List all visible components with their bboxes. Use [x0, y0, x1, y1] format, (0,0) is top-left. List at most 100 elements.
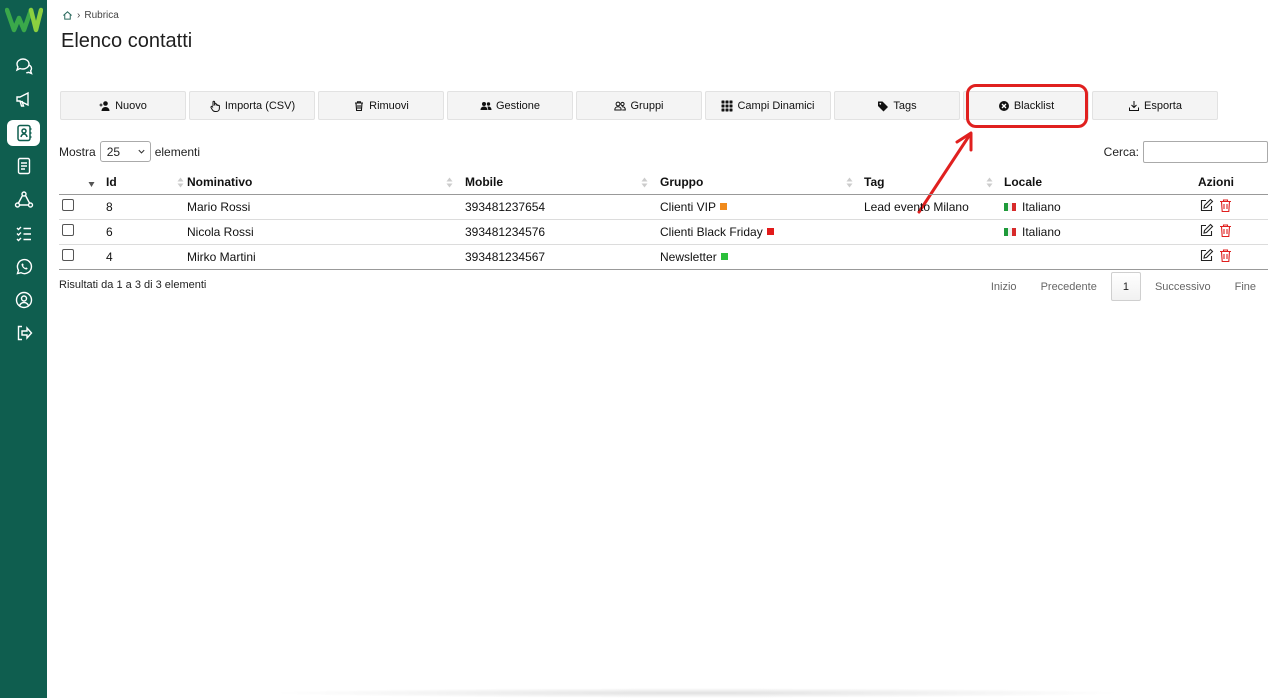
- new-contact-label: Nuovo: [115, 99, 147, 112]
- pagination-last[interactable]: Fine: [1223, 272, 1268, 301]
- sidebar-item-documents[interactable]: [7, 153, 40, 179]
- group-color-swatch: [720, 252, 728, 260]
- contact-locale: Italiano: [1004, 194, 1164, 220]
- grid-icon: [721, 100, 733, 111]
- sort-icon: [177, 177, 184, 188]
- search-input[interactable]: [1143, 141, 1268, 163]
- edit-icon[interactable]: [1199, 223, 1214, 238]
- pagination-current-page[interactable]: 1: [1110, 272, 1141, 301]
- blacklist-button[interactable]: Blacklist: [963, 91, 1089, 120]
- page-length-select[interactable]: 25: [99, 141, 151, 162]
- pagination-previous[interactable]: Precedente: [1029, 272, 1109, 301]
- column-header-azioni: Azioni: [1164, 171, 1268, 195]
- sort-icon: [986, 177, 993, 188]
- remove-label: Rimuovi: [369, 99, 409, 112]
- delete-icon[interactable]: [1218, 223, 1233, 238]
- search-label: Cerca:: [1103, 145, 1139, 159]
- search-control: Cerca:: [1104, 141, 1268, 163]
- pagination-next[interactable]: Successivo: [1143, 272, 1223, 301]
- bottom-shadow: [267, 688, 1127, 698]
- column-header-tag[interactable]: Tag: [864, 171, 1004, 195]
- hand-pointer-icon: [210, 100, 220, 112]
- column-header-id[interactable]: Id: [106, 171, 187, 195]
- contact-mobile: 393481234567: [465, 244, 660, 270]
- export-button[interactable]: Esporta: [1092, 91, 1218, 120]
- row-checkbox[interactable]: [62, 249, 74, 261]
- tags-button[interactable]: Tags: [834, 91, 960, 120]
- contacts-icon: [16, 124, 31, 142]
- x-circle-icon: [998, 100, 1009, 111]
- contact-name: Nicola Rossi: [187, 219, 465, 245]
- sidebar-item-account[interactable]: [7, 287, 40, 313]
- sidebar-item-logout[interactable]: [7, 320, 40, 346]
- page-length-value: 25: [106, 144, 121, 159]
- sort-icon: [846, 177, 853, 188]
- contact-mobile: 393481234576: [465, 219, 660, 245]
- chat-icon: [15, 58, 33, 75]
- sort-icon: [641, 177, 648, 188]
- row-actions: [1164, 194, 1268, 220]
- contact-group: Clienti VIP: [660, 194, 864, 220]
- table-row[interactable]: 8 Mario Rossi 393481237654 Clienti VIP L…: [59, 194, 1268, 220]
- import-csv-label: Importa (CSV): [224, 99, 296, 112]
- import-csv-button[interactable]: Importa (CSV): [189, 91, 315, 120]
- groups-button[interactable]: Gruppi: [576, 91, 702, 120]
- italy-flag-icon: [1004, 200, 1016, 211]
- breadcrumb-separator: ›: [77, 10, 81, 21]
- contact-tag: [864, 219, 1004, 245]
- length-prefix: Mostra: [59, 144, 96, 159]
- tag-icon: [878, 101, 889, 111]
- megaphone-icon: [15, 91, 29, 107]
- edit-icon[interactable]: [1199, 198, 1214, 213]
- contact-id: 6: [106, 219, 187, 245]
- column-header-mobile[interactable]: Mobile: [465, 171, 660, 195]
- blacklist-label: Blacklist: [1013, 99, 1055, 112]
- row-actions: [1164, 219, 1268, 245]
- whatsapp-icon: [15, 258, 32, 275]
- checklist-icon: [16, 226, 31, 242]
- edit-icon[interactable]: [1199, 248, 1214, 263]
- column-header-gruppo[interactable]: Gruppo: [660, 171, 864, 195]
- column-header-locale[interactable]: Locale: [1004, 171, 1164, 195]
- users-outline-icon: [614, 101, 627, 110]
- toolbar: Nuovo Importa (CSV) Rimuovi Gestione Gru…: [60, 91, 1218, 120]
- contact-locale: Italiano: [1004, 219, 1164, 245]
- manage-button[interactable]: Gestione: [447, 91, 573, 120]
- sidebar-item-tasks[interactable]: [7, 220, 40, 246]
- table-row[interactable]: 6 Nicola Rossi 393481234576 Clienti Blac…: [59, 219, 1268, 245]
- delete-icon[interactable]: [1218, 248, 1233, 263]
- logout-icon: [17, 325, 32, 341]
- row-checkbox[interactable]: [62, 199, 74, 211]
- group-color-swatch: [720, 202, 728, 210]
- contact-id: 4: [106, 244, 187, 270]
- row-checkbox[interactable]: [62, 224, 74, 236]
- app-logo[interactable]: [5, 6, 43, 34]
- document-icon: [17, 157, 30, 175]
- contact-locale: [1004, 244, 1164, 270]
- home-icon[interactable]: [62, 10, 73, 21]
- trash-icon: [355, 100, 364, 111]
- column-header-nominativo[interactable]: Nominativo: [187, 171, 465, 195]
- contact-tag: [864, 244, 1004, 270]
- remove-button[interactable]: Rimuovi: [318, 91, 444, 120]
- new-contact-button[interactable]: Nuovo: [60, 91, 186, 120]
- table-row[interactable]: 4 Mirko Martini 393481234567 Newsletter: [59, 244, 1268, 270]
- sidebar-item-contacts[interactable]: [7, 120, 40, 146]
- sidebar: [0, 0, 47, 698]
- sidebar-item-whatsapp[interactable]: [7, 254, 40, 280]
- main-content: › Rubrica Elenco contatti Nuovo Importa …: [47, 0, 1280, 698]
- tags-label: Tags: [893, 99, 917, 112]
- length-suffix: elementi: [154, 144, 201, 159]
- row-actions: [1164, 244, 1268, 270]
- delete-icon[interactable]: [1218, 198, 1233, 213]
- breadcrumb-current: Rubrica: [84, 10, 119, 21]
- pagination-first[interactable]: Inizio: [979, 272, 1029, 301]
- select-column-header[interactable]: [59, 171, 106, 195]
- sidebar-item-campaigns[interactable]: [7, 86, 40, 112]
- dynamic-fields-button[interactable]: Campi Dinamici: [705, 91, 831, 120]
- sidebar-item-workflow[interactable]: [7, 187, 40, 213]
- user-circle-icon: [15, 291, 32, 309]
- workflow-icon: [14, 191, 33, 208]
- sidebar-item-chat[interactable]: [7, 53, 40, 79]
- manage-label: Gestione: [495, 99, 541, 112]
